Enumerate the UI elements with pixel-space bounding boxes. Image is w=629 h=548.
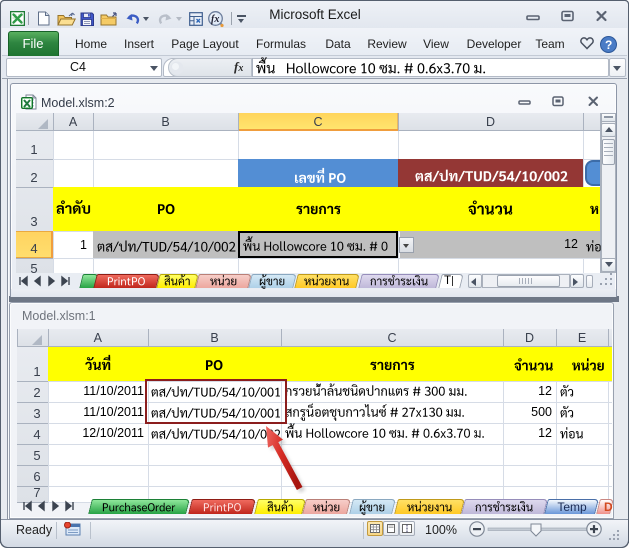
svg-text:fx: fx [211,14,219,25]
svg-text:?: ? [605,38,612,52]
